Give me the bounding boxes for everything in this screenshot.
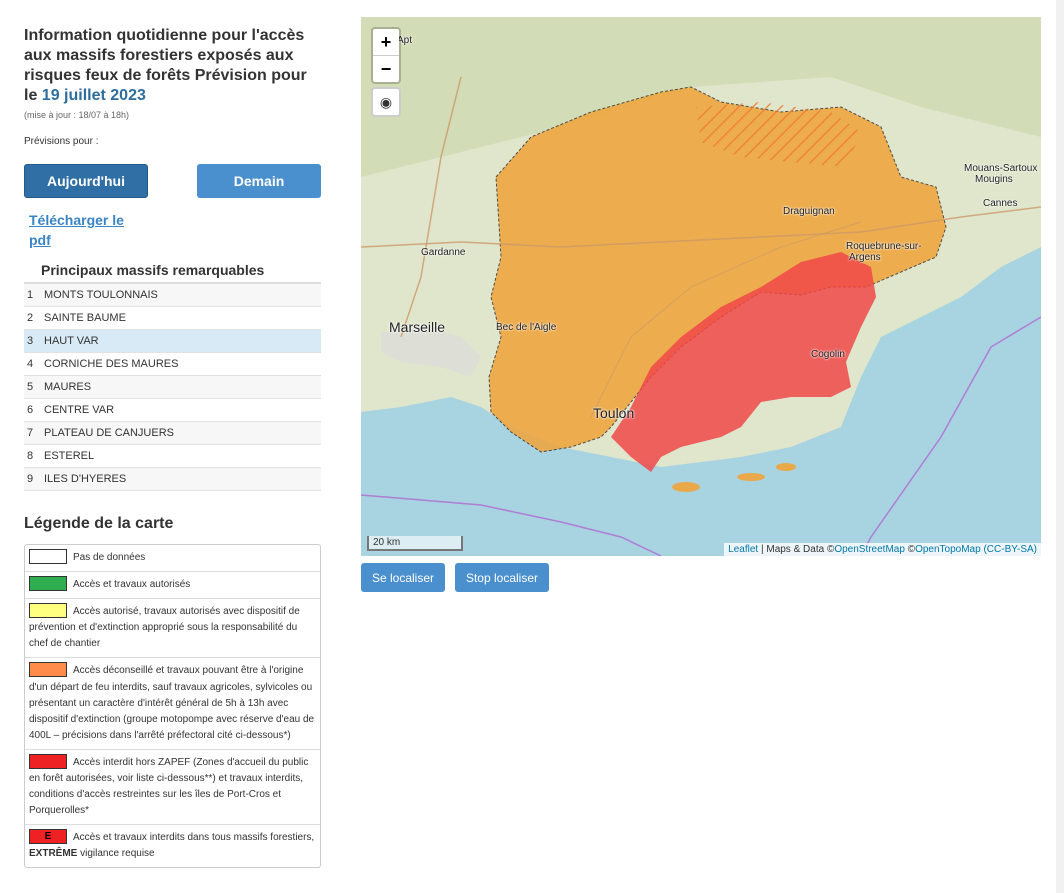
massif-row[interactable]: 4 CORNICHE DES MAURES	[24, 353, 321, 376]
legend-text: Accès autorisé, travaux autorisés avec d…	[29, 606, 300, 650]
massif-number: 6	[27, 404, 34, 416]
otm-link[interactable]: OpenTopoMap	[915, 544, 981, 555]
legend-swatch	[29, 753, 67, 769]
island	[737, 473, 765, 481]
massifs-title: Principaux massifs remarquables	[24, 262, 321, 284]
massif-name: CORNICHE DES MAURES	[44, 358, 179, 370]
city-label: Toulon	[593, 405, 635, 421]
legend-text: Accès et travaux interdits dans tous mas…	[73, 831, 315, 843]
license-link[interactable]: (CC-BY-SA)	[983, 544, 1037, 555]
city-label: Bec de l'Aigle	[496, 322, 557, 333]
map-canvas[interactable]	[361, 17, 1041, 556]
legend-text: Accès interdit hors ZAPEF (Zones d'accue…	[29, 756, 309, 816]
forecast-date: 19 juillet 2023	[41, 87, 146, 104]
map-scale: 20 km	[367, 536, 463, 551]
massif-number: 5	[27, 381, 34, 393]
legend-text: Pas de données	[73, 552, 146, 564]
massif-row[interactable]: 6 CENTRE VAR	[24, 399, 321, 422]
massif-name: CENTRE VAR	[44, 404, 115, 416]
city-label: Cogolin	[811, 349, 845, 360]
stop-locate-button[interactable]: Stop localiser	[455, 563, 549, 592]
scrollbar[interactable]	[1056, 0, 1064, 893]
zoom-control: + −	[371, 27, 401, 84]
massif-number: 9	[27, 473, 34, 485]
massif-number: 2	[27, 312, 34, 324]
massif-row[interactable]: 3 HAUT VAR	[24, 330, 321, 353]
globe-icon[interactable]: ◉	[371, 87, 401, 117]
legend-item: Accès interdit hors ZAPEF (Zones d'accue…	[25, 750, 320, 825]
massif-name: HAUT VAR	[44, 335, 99, 347]
legend-item: Accès autorisé, travaux autorisés avec d…	[25, 599, 320, 659]
massif-name: PLATEAU DE CANJUERS	[44, 427, 174, 439]
page-title: Information quotidienne pour l'accès aux…	[24, 27, 307, 104]
osm-link[interactable]: OpenStreetMap	[834, 544, 905, 555]
locate-button[interactable]: Se localiser	[361, 563, 445, 592]
download-pdf-link[interactable]: Télécharger le pdf	[29, 210, 139, 250]
massif-number: 4	[27, 358, 34, 370]
massif-row[interactable]: 8 ESTEREL	[24, 445, 321, 468]
massif-name: ESTEREL	[44, 450, 95, 462]
massif-name: ILES D'HYERES	[44, 473, 127, 485]
city-label: Roquebrune-sur-	[846, 241, 922, 252]
legend-swatch	[29, 662, 67, 678]
massif-row[interactable]: 7 PLATEAU DE CANJUERS	[24, 422, 321, 445]
massif-name: SAINTE BAUME	[44, 312, 126, 324]
legend-text: EXTRÊME	[29, 847, 78, 859]
city-label: Mougins	[975, 174, 1013, 185]
legend-item: Accès déconseillé et travaux pouvant êtr…	[25, 658, 320, 750]
map-attribution: Leaflet | Maps & Data ©OpenStreetMap ©Op…	[724, 543, 1041, 556]
city-label: Argens	[849, 252, 881, 263]
island	[672, 482, 700, 492]
map[interactable]: Marseille Toulon Draguignan Cannes Garda…	[361, 17, 1041, 556]
boundary-line	[860, 316, 1041, 556]
legend-title: Légende de la carte	[24, 515, 174, 532]
massif-number: 1	[27, 289, 34, 301]
legend-swatch	[29, 576, 67, 592]
massif-name: MONTS TOULONNAIS	[44, 289, 158, 301]
legend-text: Accès et travaux autorisés	[73, 579, 191, 591]
city-label: Marseille	[389, 319, 446, 335]
legend-swatch	[29, 603, 67, 619]
tomorrow-button[interactable]: Demain	[197, 164, 321, 198]
forecast-buttons: Aujourd'hui Demain	[24, 164, 321, 198]
city-label: Gardanne	[421, 247, 466, 258]
legend-swatch	[29, 549, 67, 564]
forecast-label: Prévisions pour :	[24, 136, 99, 147]
zoom-in-button[interactable]: +	[373, 29, 399, 56]
legend-box: Pas de données Accès et travaux autorisés…	[24, 544, 321, 868]
massif-row[interactable]: 5 MAURES	[24, 376, 321, 399]
zoom-out-button[interactable]: −	[373, 56, 399, 82]
legend-text: Accès déconseillé et travaux pouvant êtr…	[29, 665, 315, 741]
leaflet-link[interactable]: Leaflet	[728, 544, 758, 555]
city-label: Cannes	[983, 198, 1018, 209]
massif-list: 1 MONTS TOULONNAIS 2 SAINTE BAUME 3 HAUT VAR 4…	[24, 284, 321, 491]
island	[776, 463, 796, 471]
legend-swatch: E	[29, 828, 67, 844]
today-button[interactable]: Aujourd'hui	[24, 164, 148, 198]
legend-text: vigilance requise	[77, 847, 155, 859]
legend-item: Pas de données	[25, 545, 320, 573]
left-panel: Information quotidienne pour l'accès aux…	[24, 26, 321, 868]
city-label: Draguignan	[783, 206, 835, 217]
massif-number: 3	[27, 335, 34, 347]
massif-row[interactable]: 9 ILES D'HYERES	[24, 468, 321, 491]
massif-row[interactable]: 1 MONTS TOULONNAIS	[24, 284, 321, 307]
massif-number: 7	[27, 427, 34, 439]
massif-name: MAURES	[44, 381, 92, 393]
city-label: Mouans-Sartoux	[964, 163, 1038, 174]
legend-item: Accès et travaux autorisés	[25, 572, 320, 600]
massif-row[interactable]: 2 SAINTE BAUME	[24, 307, 321, 330]
massif-number: 8	[27, 450, 34, 462]
legend-item: E Accès et travaux interdits dans tous ma…	[25, 825, 320, 867]
update-time: (mise à jour : 18/07 à 18h)	[24, 110, 130, 120]
